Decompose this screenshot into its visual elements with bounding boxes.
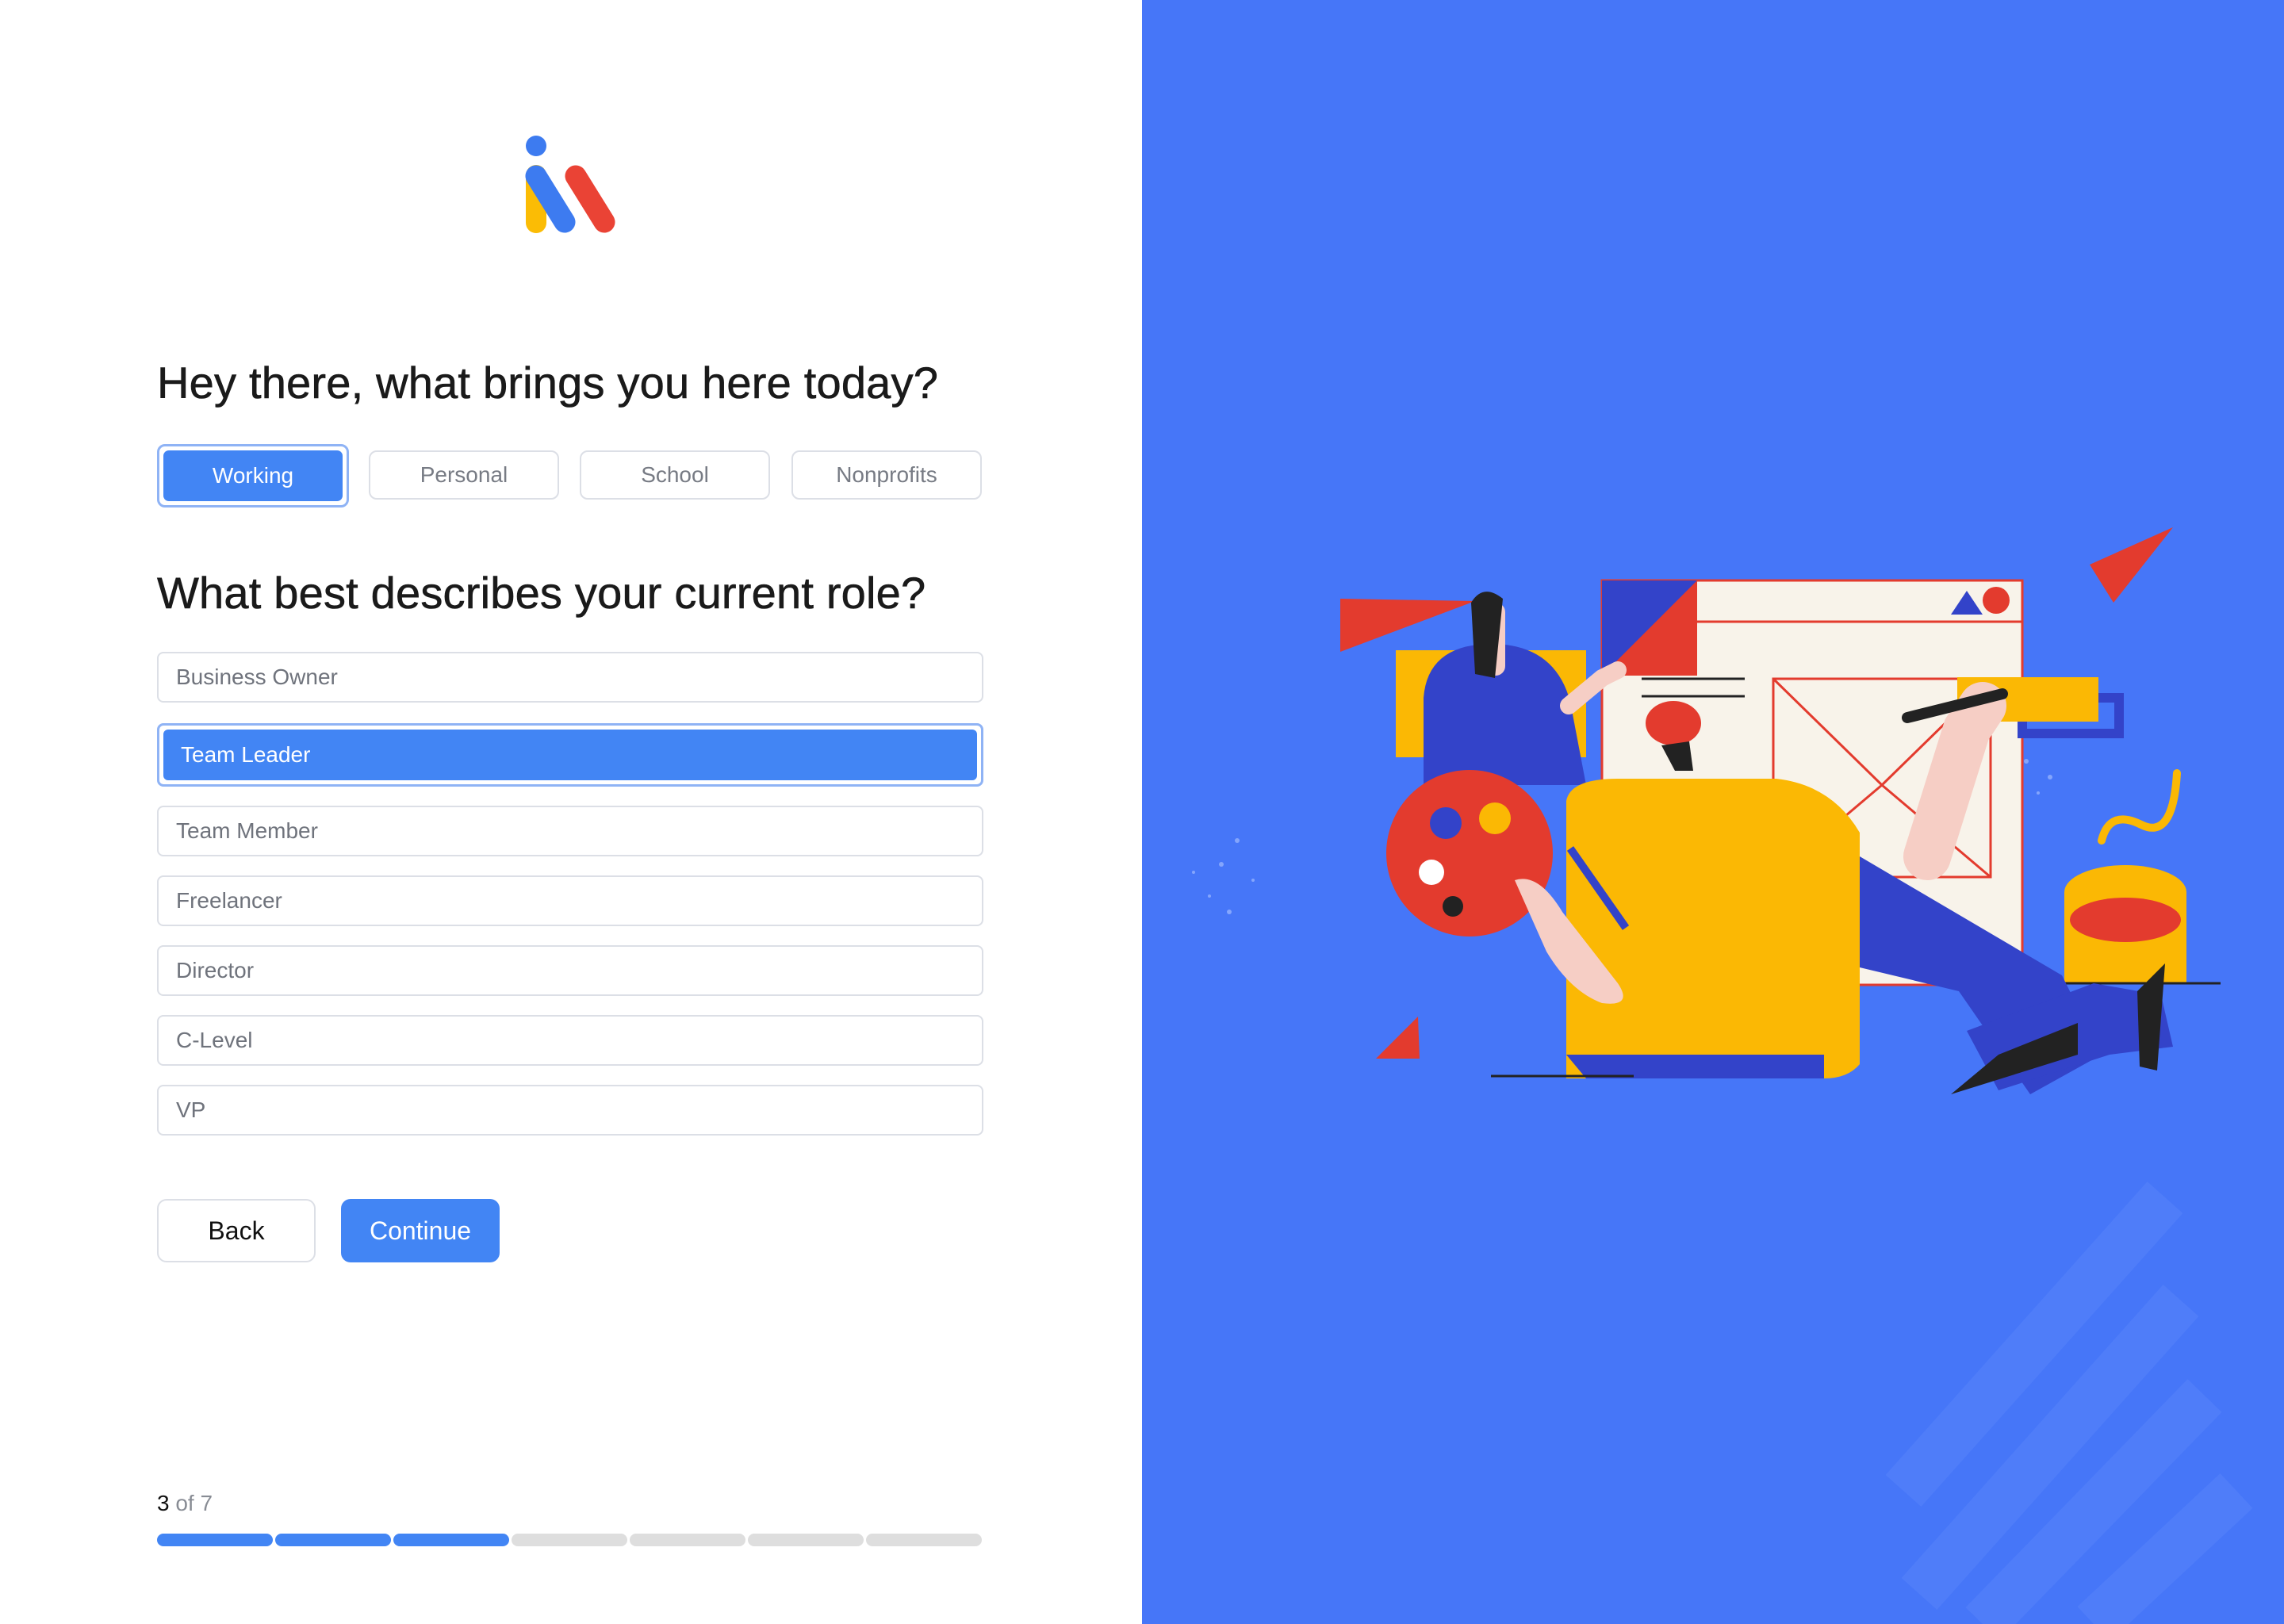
total-steps: of 7 [175, 1491, 213, 1515]
onboarding-page: Hey there, what brings you here today? W… [0, 0, 2284, 1624]
step-counter: 3 of 7 [157, 1491, 213, 1516]
brand-logo [525, 136, 615, 233]
role-option-vp[interactable]: VP [157, 1085, 983, 1136]
progress-segment [275, 1534, 391, 1546]
continue-button[interactable]: Continue [341, 1199, 500, 1262]
progress-segment [748, 1534, 864, 1546]
progress-segment [512, 1534, 627, 1546]
purpose-option-personal[interactable]: Personal [369, 450, 559, 500]
role-option-freelancer[interactable]: Freelancer [157, 875, 983, 926]
progress-segment [630, 1534, 745, 1546]
role-option-c-level[interactable]: C-Level [157, 1015, 983, 1066]
form-panel: Hey there, what brings you here today? W… [0, 0, 1142, 1624]
painter-illustration [1192, 527, 2253, 1624]
purpose-question: Hey there, what brings you here today? [157, 358, 939, 408]
back-button[interactable]: Back [157, 1199, 316, 1262]
role-question: What best describes your current role? [157, 568, 926, 619]
purpose-options: Working Personal School Nonprofits [157, 444, 985, 508]
purpose-option-label: Working [163, 450, 343, 501]
role-option-label: Team Leader [163, 730, 977, 780]
current-step: 3 [157, 1491, 170, 1515]
progress-segment [866, 1534, 982, 1546]
illustration-panel [1142, 0, 2284, 1624]
progress-bar [157, 1534, 985, 1548]
role-option-team-member[interactable]: Team Member [157, 806, 983, 856]
purpose-option-nonprofits[interactable]: Nonprofits [791, 450, 982, 500]
purpose-option-school[interactable]: School [580, 450, 770, 500]
progress-segment [393, 1534, 509, 1546]
role-option-business-owner[interactable]: Business Owner [157, 652, 983, 703]
progress-segment [157, 1534, 273, 1546]
role-option-director[interactable]: Director [157, 945, 983, 996]
role-option-team-leader[interactable]: Team Leader [157, 723, 983, 787]
purpose-option-working[interactable]: Working [157, 444, 349, 508]
